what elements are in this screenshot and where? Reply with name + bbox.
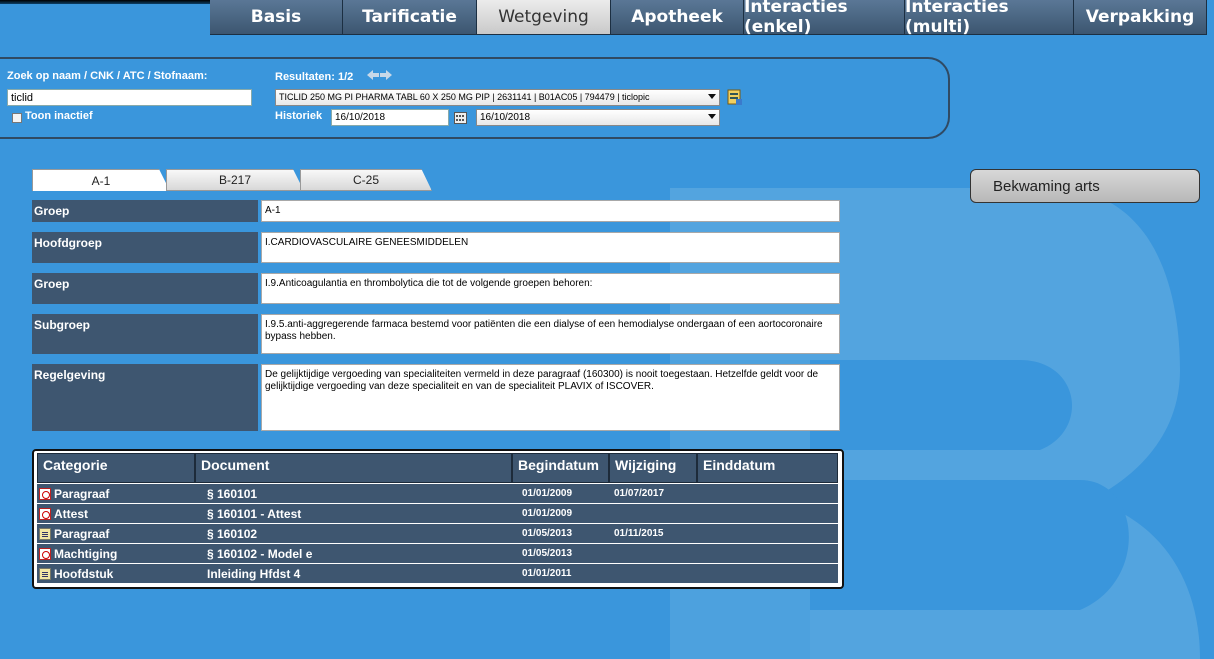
groep-value: A-1 [261, 200, 840, 222]
row-begindatum: 01/01/2011 [522, 568, 572, 579]
calendar-icon[interactable] [454, 112, 467, 124]
row-document[interactable]: § 160102 [207, 524, 257, 543]
header-categorie: Categorie [37, 453, 195, 483]
tab-apotheek[interactable]: Apotheek [611, 0, 744, 35]
row-begindatum: 01/01/2009 [522, 508, 573, 519]
top-bar-shade [0, 0, 210, 4]
header-begindatum: Begindatum [512, 453, 609, 483]
subgroep-label: Subgroep [32, 314, 258, 354]
history-select[interactable]: 16/10/2018 [476, 109, 720, 126]
row-wijziging: 01/11/2015 [614, 528, 664, 539]
header-document: Document [195, 453, 512, 483]
hoofdgroep-label: Hoofdgroep [32, 232, 258, 263]
tab-interacties-multi[interactable]: Interacties (multi) [905, 0, 1074, 37]
result-select-value: TICLID 250 MG PI PHARMA TABL 60 X 250 MG… [279, 92, 650, 102]
pdf-icon[interactable] [39, 487, 51, 500]
row-categorie-cell: Machtiging [39, 544, 117, 563]
tab-wetgeving[interactable]: Wetgeving [477, 0, 611, 35]
pdf-icon[interactable] [39, 547, 51, 560]
table-row[interactable]: Paragraaf § 160101 01/01/2009 01/07/2017 [37, 484, 838, 503]
row-categorie-cell: Hoofdstuk [39, 564, 113, 583]
inactive-label: Toon inactief [25, 110, 93, 122]
document-icon[interactable] [39, 527, 51, 540]
groep-label: Groep [32, 200, 258, 222]
row-begindatum: 01/01/2009 [522, 488, 573, 499]
row-begindatum: 01/05/2013 [522, 548, 573, 559]
subgroep-value: I.9.5.anti-aggregerende farmaca bestemd … [261, 314, 840, 354]
row-document[interactable]: § 160102 - Model e [207, 544, 312, 563]
tab-verpakking[interactable]: Verpakking [1074, 0, 1207, 35]
row-document[interactable]: Inleiding Hfdst 4 [207, 564, 300, 583]
history-date-input[interactable] [331, 109, 449, 126]
history-label: Historiek [275, 110, 323, 122]
chevron-down-icon [708, 94, 716, 99]
pdf-icon[interactable] [39, 507, 51, 520]
top-navigation: Basis Tarificatie Wetgeving Apotheek Int… [0, 0, 1214, 37]
row-categorie: Attest [54, 506, 89, 521]
tab-interacties-enkel[interactable]: Interacties (enkel) [744, 0, 905, 37]
groep-detail-label: Groep [32, 273, 258, 304]
row-categorie: Machtiging [54, 546, 118, 561]
row-categorie: Paragraaf [54, 526, 110, 541]
subtab-c25[interactable]: C-25 [300, 169, 432, 191]
bekwaming-arts-button[interactable]: Bekwaming arts [970, 169, 1200, 203]
hoofdgroep-value: I.CARDIOVASCULAIRE GENEESMIDDELEN [261, 232, 840, 263]
search-input[interactable] [7, 89, 252, 106]
table-row[interactable]: Paragraaf § 160102 01/05/2013 01/11/2015 [37, 524, 838, 543]
row-categorie-cell: Paragraaf [39, 484, 109, 503]
header-einddatum: Einddatum [697, 453, 838, 483]
row-categorie: Paragraaf [54, 486, 110, 501]
regelgeving-value: De gelijktijdige vergoeding van speciali… [261, 364, 840, 431]
search-label: Zoek op naam / CNK / ATC / Stofnaam: [7, 70, 208, 82]
arrows-icon[interactable] [366, 69, 393, 81]
export-icon[interactable] [727, 89, 743, 106]
groep-detail-value: I.9.Anticoagulantia en thrombolytica die… [261, 273, 840, 304]
main-tabs: Basis Tarificatie Wetgeving Apotheek Int… [210, 0, 1207, 37]
table-row[interactable]: Attest § 160101 - Attest 01/01/2009 [37, 504, 838, 523]
row-begindatum: 01/05/2013 [522, 528, 573, 539]
document-icon[interactable] [39, 567, 51, 580]
row-document[interactable]: § 160101 [207, 484, 257, 503]
subtab-a1[interactable]: A-1 [32, 169, 170, 191]
row-wijziging: 01/07/2017 [614, 488, 665, 499]
history-select-value: 16/10/2018 [480, 112, 531, 123]
regelgeving-label: Regelgeving [32, 364, 258, 431]
table-row[interactable]: Machtiging § 160102 - Model e 01/05/2013 [37, 544, 838, 563]
row-categorie-cell: Attest [39, 504, 88, 523]
inactive-checkbox[interactable] [12, 113, 22, 123]
row-document[interactable]: § 160101 - Attest [207, 504, 301, 523]
header-wijziging: Wijziging [609, 453, 697, 483]
row-categorie: Hoofdstuk [54, 566, 114, 581]
subtab-b217[interactable]: B-217 [166, 169, 304, 191]
row-categorie-cell: Paragraaf [39, 524, 109, 543]
tab-basis[interactable]: Basis [210, 0, 343, 35]
chevron-down-icon [708, 114, 716, 119]
results-label: Resultaten: 1/2 [275, 71, 354, 83]
tab-tarificatie[interactable]: Tarificatie [343, 0, 477, 35]
result-select[interactable]: TICLID 250 MG PI PHARMA TABL 60 X 250 MG… [275, 89, 720, 106]
table-row[interactable]: Hoofdstuk Inleiding Hfdst 4 01/01/2011 [37, 564, 838, 583]
